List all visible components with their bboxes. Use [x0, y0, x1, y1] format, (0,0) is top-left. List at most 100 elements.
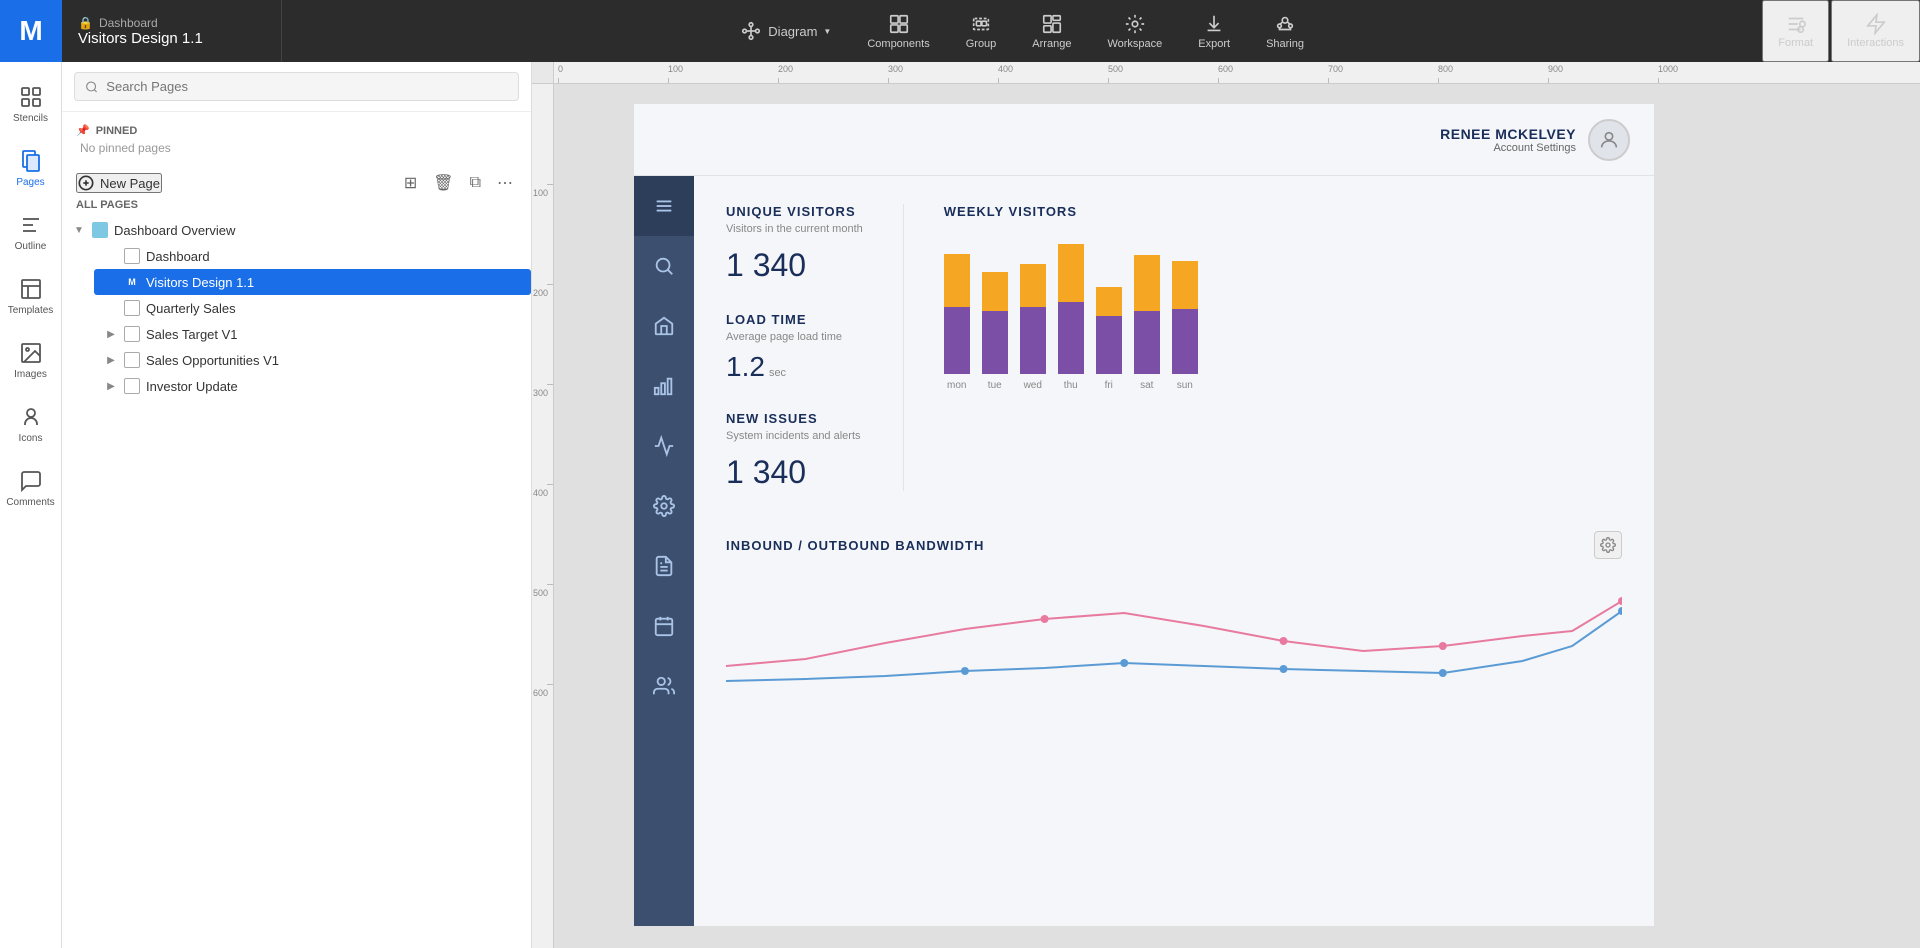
- outline-label: Outline: [15, 241, 47, 252]
- folder-label: Dashboard Overview: [114, 223, 235, 238]
- search-bar: [62, 62, 531, 112]
- weekly-chart: WEEKLY VISITORS mon tue wed: [944, 204, 1622, 391]
- sharing-label: Sharing: [1266, 38, 1304, 50]
- tree-item-sales-target[interactable]: ▶ Sales Target V1: [94, 321, 531, 347]
- app-icon[interactable]: M: [0, 0, 62, 62]
- group-tool[interactable]: Group: [948, 0, 1015, 62]
- bandwidth-chart-svg: [726, 571, 1622, 691]
- new-page-button[interactable]: New Page: [76, 173, 162, 193]
- nav-users-icon: [653, 675, 675, 697]
- weekly-chart-title: WEEKLY VISITORS: [944, 204, 1622, 219]
- bandwidth-gear-icon: [1600, 537, 1616, 553]
- bandwidth-settings-button[interactable]: [1594, 531, 1622, 559]
- dash-nav-file[interactable]: [634, 536, 694, 596]
- nav-home-icon: [653, 315, 675, 337]
- pin-icon: 📌: [76, 124, 90, 137]
- pages-label: Pages: [16, 177, 44, 188]
- sidebar-item-stencils[interactable]: Stencils: [0, 72, 62, 136]
- tree-item-sales-opportunities[interactable]: ▶ Sales Opportunities V1: [94, 347, 531, 373]
- metric-ni-sublabel: System incidents and alerts: [726, 430, 863, 442]
- top-right-tools: Format Interactions: [1762, 0, 1920, 62]
- tree-item-quarterly-sales[interactable]: Quarterly Sales: [94, 295, 531, 321]
- tree-child-sales-opp: ▶ Sales Opportunities V1: [62, 347, 531, 373]
- bar-group-thu: thu: [1058, 244, 1084, 391]
- interactions-label: Interactions: [1847, 37, 1904, 49]
- dash-nav-analytics[interactable]: [634, 356, 694, 416]
- metric-lt-value: 1.2: [726, 351, 765, 383]
- page-icon-q: [124, 300, 140, 316]
- components-tool[interactable]: Components: [849, 0, 947, 62]
- sidebar-item-comments[interactable]: Comments: [0, 456, 62, 520]
- dash-nav-calendar[interactable]: [634, 596, 694, 656]
- sidebar-item-templates[interactable]: Templates: [0, 264, 62, 328]
- ruler-h-tick-600: [1218, 78, 1219, 84]
- ruler-v-tick-400: [547, 484, 553, 485]
- tree-caret-iu: ▶: [104, 381, 118, 392]
- page-label-sales-opp: Sales Opportunities V1: [146, 353, 279, 368]
- format-tool[interactable]: Format: [1762, 0, 1829, 62]
- tree-item-visitors-design[interactable]: M Visitors Design 1.1: [94, 269, 531, 295]
- main-area: Stencils Pages Outline Templates Im: [0, 62, 1920, 948]
- sidebar-item-icons[interactable]: Icons: [0, 392, 62, 456]
- copy-page-button[interactable]: ⧉: [466, 171, 485, 195]
- bar-stack-sun: [1172, 261, 1198, 374]
- nav-calendar-icon: [653, 615, 675, 637]
- tree-item-dashboard[interactable]: Dashboard: [94, 243, 531, 269]
- ruler-v-tick-500: [547, 584, 553, 585]
- sidebar-item-images[interactable]: Images: [0, 328, 62, 392]
- dash-user: RENEE MCKELVEY Account Settings: [1440, 119, 1630, 161]
- bar-stack-thu: [1058, 244, 1084, 374]
- diagram-tool[interactable]: Diagram ▼: [722, 0, 849, 62]
- dash-avatar[interactable]: [1588, 119, 1630, 161]
- icons-icon: [19, 405, 43, 429]
- ruler-h-mark-500: 500: [1108, 64, 1123, 74]
- sidebar-item-outline[interactable]: Outline: [0, 200, 62, 264]
- search-input[interactable]: [106, 79, 508, 94]
- bar-purple-wed: [1020, 307, 1046, 374]
- canvas[interactable]: RENEE MCKELVEY Account Settings: [554, 84, 1920, 948]
- dash-nav-menu[interactable]: [634, 176, 694, 236]
- workspace-label: Workspace: [1107, 38, 1162, 50]
- dash-account-settings[interactable]: Account Settings: [1440, 142, 1576, 154]
- interactions-tool[interactable]: Interactions: [1831, 0, 1920, 62]
- no-pinned-text: No pinned pages: [76, 137, 517, 155]
- icons-label: Icons: [19, 433, 43, 444]
- ruler-top: 01002003004005006007008009001000: [532, 62, 1920, 84]
- nav-settings-icon: [653, 495, 675, 517]
- export-label: Export: [1198, 38, 1230, 50]
- metrics-row: UNIQUE VISITORS Visitors in the current …: [726, 204, 1622, 491]
- sharing-tool[interactable]: Sharing: [1248, 0, 1322, 62]
- export-tool[interactable]: Export: [1180, 0, 1248, 62]
- ruler-h-tick-0: [558, 78, 559, 84]
- ruler-h-mark-1000: 1000: [1658, 64, 1678, 74]
- dashboard-body: UNIQUE VISITORS Visitors in the current …: [634, 176, 1654, 926]
- metric-lt-label: LOAD TIME: [726, 312, 863, 327]
- metric-lt-unit: sec: [769, 367, 786, 379]
- tree-item-investor-update[interactable]: ▶ Investor Update: [94, 373, 531, 399]
- bar-label-sun: sun: [1177, 380, 1193, 391]
- workspace-tool[interactable]: Workspace: [1089, 0, 1180, 62]
- line-chart-area: [726, 571, 1622, 691]
- dash-nav-home[interactable]: [634, 296, 694, 356]
- more-options-button[interactable]: ⋯: [493, 171, 517, 195]
- bar-purple-tue: [982, 311, 1008, 374]
- search-input-wrap[interactable]: [74, 72, 519, 101]
- dash-nav-users[interactable]: [634, 656, 694, 716]
- delete-page-button[interactable]: 🗑: [429, 171, 457, 195]
- bar-group-sun: sun: [1172, 261, 1198, 391]
- lock-icon: 🔒: [78, 16, 93, 30]
- arrange-tool[interactable]: Arrange: [1014, 0, 1089, 62]
- tree-item-dashboard-overview[interactable]: ▼ Dashboard Overview: [62, 217, 531, 243]
- dash-nav-chart[interactable]: [634, 416, 694, 476]
- bar-label-fri: fri: [1105, 380, 1113, 391]
- add-page-icon-button[interactable]: ⊞: [400, 171, 421, 195]
- tree-child-visitors: M Visitors Design 1.1: [62, 269, 531, 295]
- ruler-h-tick-900: [1548, 78, 1549, 84]
- dash-nav-search[interactable]: [634, 236, 694, 296]
- templates-icon: [19, 277, 43, 301]
- sidebar-item-pages[interactable]: Pages: [0, 136, 62, 200]
- dash-nav-gear[interactable]: [634, 476, 694, 536]
- tree-child-sales-target: ▶ Sales Target V1: [62, 321, 531, 347]
- tree-child-dashboard: Dashboard: [62, 243, 531, 269]
- bar-group-tue: tue: [982, 272, 1008, 391]
